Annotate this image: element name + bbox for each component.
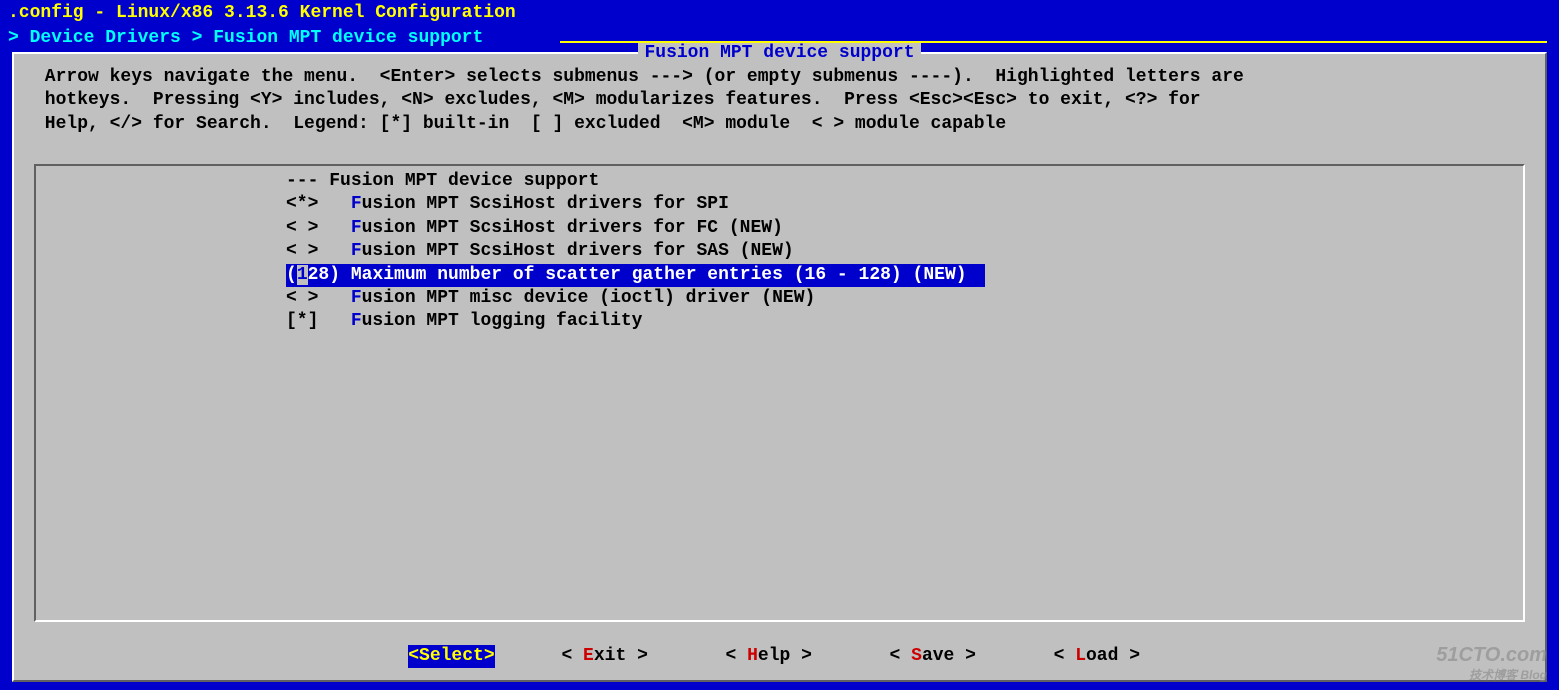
item-mark: < > [286,288,351,308]
help-text: Arrow keys navigate the menu. <Enter> se… [14,54,1545,144]
item-label: usion MPT ScsiHost drivers for SPI [362,194,729,214]
menuconfig-screen: .config - Linux/x86 3.13.6 Kernel Config… [0,0,1559,690]
menu-item-5[interactable]: < > Fusion MPT misc device (ioctl) drive… [36,287,1523,310]
item-label: usion MPT misc device (ioctl) driver (NE… [362,288,816,308]
hotkey: F [351,218,362,238]
menu-item-6[interactable]: [*] Fusion MPT logging facility [36,310,1523,333]
item-mark: [*] [286,311,351,331]
dialog-box: Fusion MPT device support Arrow keys nav… [12,52,1547,682]
item-label: Fusion MPT device support [329,171,599,191]
item-label: usion MPT logging facility [362,311,643,331]
item-label: usion MPT ScsiHost drivers for FC (NEW) [362,218,783,238]
menu-item-4[interactable]: (128) Maximum number of scatter gather e… [286,264,985,287]
window-title: .config - Linux/x86 3.13.6 Kernel Config… [0,0,1559,27]
hotkey: F [351,241,362,261]
menu-listbox[interactable]: --- Fusion MPT device support<*> Fusion … [34,164,1525,622]
menu-item-3[interactable]: < > Fusion MPT ScsiHost drivers for SAS … [36,240,1523,263]
input-cursor: 1 [297,265,308,285]
item-mark: --- [286,171,329,191]
item-mark: <*> [286,194,351,214]
exit-button[interactable]: < Exit > [561,645,658,668]
hotkey: F [351,288,362,308]
select-button[interactable]: <Select> [408,645,494,668]
dialog-title: Fusion MPT device support [638,43,920,63]
menu-item-2[interactable]: < > Fusion MPT ScsiHost drivers for FC (… [36,217,1523,240]
item-mark: < > [286,241,351,261]
button-bar: <Select> < Exit > < Help > < Save > < Lo… [14,645,1545,668]
dialog-title-wrap: Fusion MPT device support [14,42,1545,65]
item-label: usion MPT ScsiHost drivers for SAS (NEW) [362,241,794,261]
menu-item-0[interactable]: --- Fusion MPT device support [36,170,1523,193]
load-button[interactable]: < Load > [1054,645,1151,668]
help-button[interactable]: < Help > [725,645,822,668]
item-mark: < > [286,218,351,238]
menu-item-1[interactable]: <*> Fusion MPT ScsiHost drivers for SPI [36,193,1523,216]
hotkey: F [351,311,362,331]
save-button[interactable]: < Save > [890,645,987,668]
hotkey: F [351,194,362,214]
